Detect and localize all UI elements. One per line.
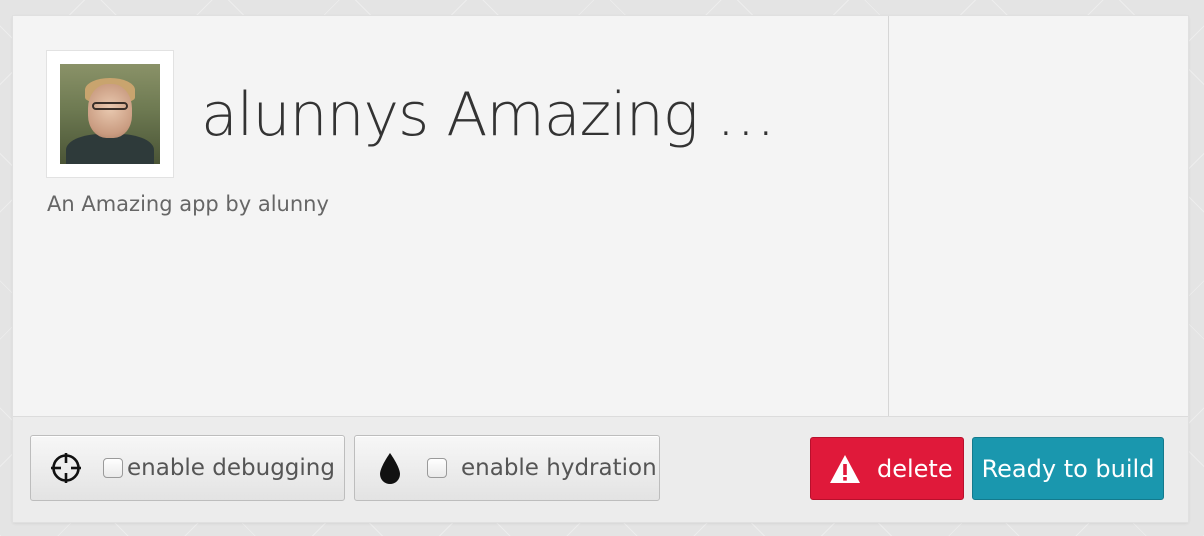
hydration-checkbox[interactable] [427,458,447,478]
delete-button[interactable]: delete [810,437,964,500]
droplet-icon [373,451,407,485]
app-icon-avatar [60,64,160,164]
app-title: alunnys Amazing … [201,80,776,150]
app-icon-frame [46,50,174,178]
hydration-label: enable hydration [461,455,657,481]
action-bar: enable debugging enable hydration delete [13,416,1188,522]
side-panel [889,16,1188,416]
delete-label: delete [877,454,953,483]
app-description: An Amazing app by alunny [47,192,329,216]
warning-icon [829,454,861,484]
ready-to-build-button[interactable]: Ready to build [972,437,1164,500]
enable-debugging-option[interactable]: enable debugging [30,435,345,501]
enable-hydration-option[interactable]: enable hydration [354,435,660,501]
debugging-checkbox[interactable] [103,458,123,478]
app-info-panel: alunnys Amazing … An Amazing app by alun… [13,16,889,416]
debugging-label: enable debugging [127,455,335,481]
app-card: alunnys Amazing … An Amazing app by alun… [13,16,1188,522]
crosshair-icon [49,451,83,485]
